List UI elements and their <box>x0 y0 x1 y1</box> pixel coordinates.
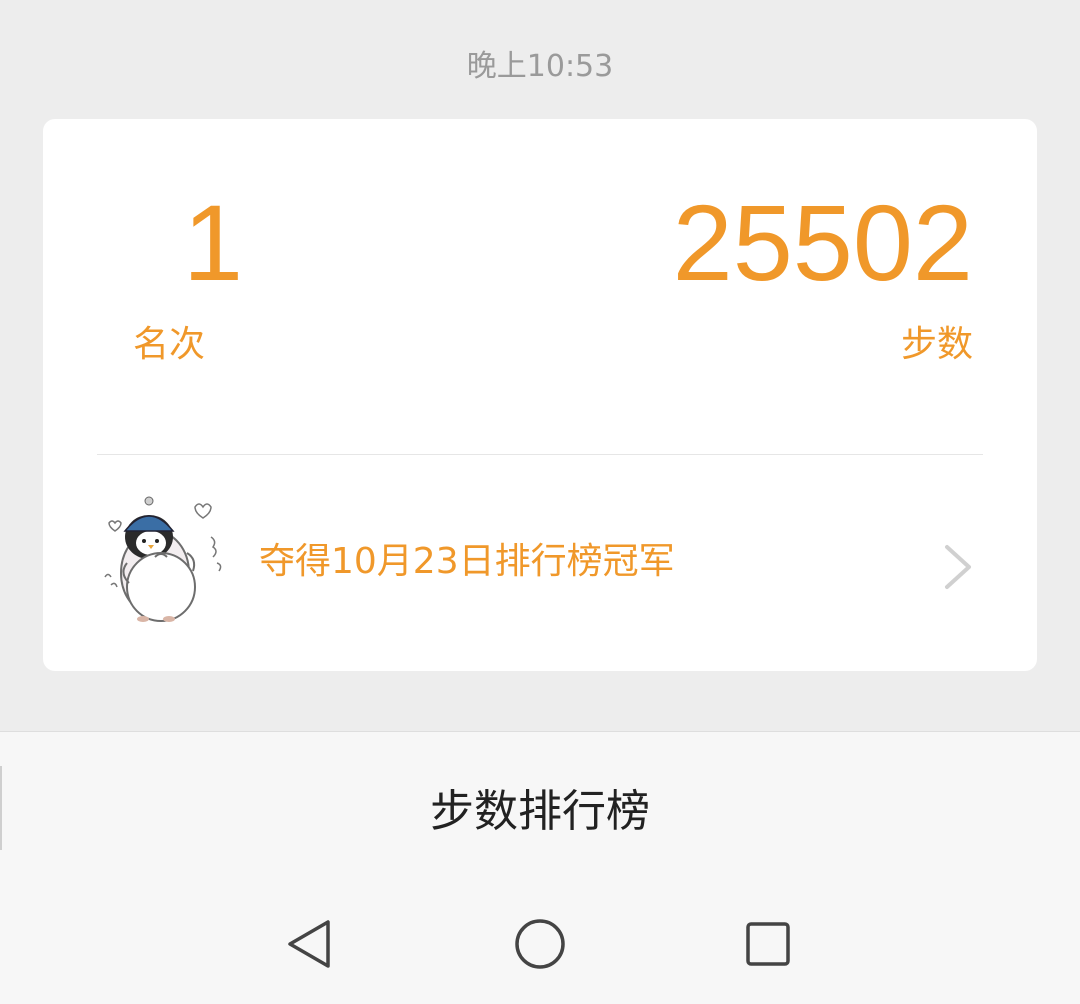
chat-timestamp: 晚上10:53 <box>466 49 614 84</box>
title-bar: 步数排行榜 <box>0 731 1080 886</box>
step-ranking-card[interactable]: 1 名次 25502 步数 夺得10月23日排行榜冠军 <box>43 119 1037 671</box>
recents-square-icon[interactable] <box>738 914 798 974</box>
penguin-sticker-icon <box>99 493 231 625</box>
champion-message: 夺得10月23日排行榜冠军 <box>259 541 675 582</box>
champion-row[interactable]: 夺得10月23日排行榜冠军 <box>43 455 1037 671</box>
steps-value: 25502 <box>672 182 973 303</box>
steps-label: 步数 <box>900 324 973 365</box>
system-navigation-bar <box>0 886 1080 1004</box>
rank-value: 1 <box>182 182 244 303</box>
back-triangle-icon[interactable] <box>280 914 340 974</box>
page-title: 步数排行榜 <box>430 786 650 837</box>
chevron-right-icon <box>939 539 979 595</box>
rank-label: 名次 <box>133 324 206 365</box>
home-circle-icon[interactable] <box>510 914 570 974</box>
